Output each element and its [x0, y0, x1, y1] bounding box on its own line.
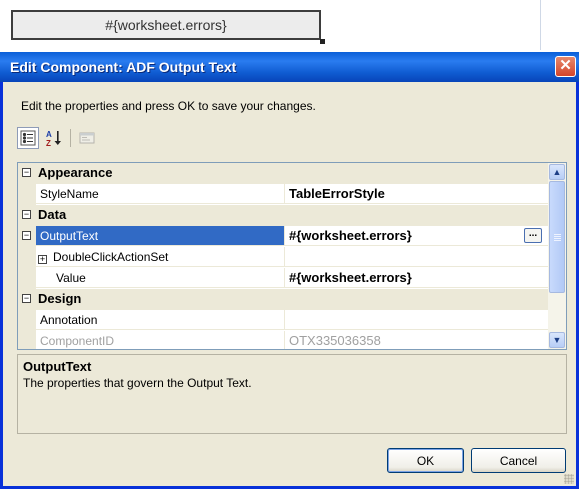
property-name: StyleName — [36, 184, 285, 204]
dialog-title: Edit Component: ADF Output Text — [10, 59, 237, 75]
property-value-text: #{worksheet.errors} — [289, 228, 412, 243]
resize-handle[interactable] — [320, 39, 325, 44]
property-row-componentid[interactable]: ComponentID OTX335036358 — [18, 331, 548, 349]
category-label: Design — [38, 291, 82, 306]
category-design[interactable]: − Design — [18, 289, 548, 310]
property-name-text: DoubleClickActionSet — [53, 250, 169, 264]
category-label: Appearance — [38, 165, 113, 180]
property-grid[interactable]: − Appearance StyleName TableErrorStyle −… — [17, 162, 567, 350]
row-gutter — [18, 310, 36, 331]
collapse-icon: − — [22, 293, 31, 303]
scroll-down-button[interactable]: ▼ — [549, 332, 565, 348]
collapse-icon: − — [22, 209, 31, 219]
row-gutter — [18, 268, 36, 289]
ok-button[interactable]: OK — [387, 448, 464, 473]
close-icon: ✕ — [559, 57, 572, 74]
property-row-outputtext[interactable]: − OutputText #{worksheet.errors} ... — [18, 226, 548, 247]
description-title: OutputText — [23, 359, 92, 374]
category-toggle[interactable]: − — [18, 289, 36, 310]
row-gutter — [18, 247, 36, 268]
svg-text:Z: Z — [46, 139, 51, 147]
sort-alphabetical-icon: A Z — [46, 130, 61, 147]
expand-icon[interactable]: + — [38, 255, 47, 264]
property-row-doubleclickactionset[interactable]: + DoubleClickActionSet — [18, 247, 548, 268]
editor-column-divider — [540, 0, 541, 50]
property-name: ComponentID — [36, 331, 285, 349]
instructions-text: Edit the properties and press OK to save… — [21, 99, 316, 113]
category-appearance[interactable]: − Appearance — [18, 163, 548, 184]
property-value[interactable]: #{worksheet.errors} ... — [285, 226, 548, 246]
row-gutter — [18, 331, 36, 349]
ellipsis-icon: ... — [528, 228, 538, 239]
toolbar-separator — [70, 129, 71, 147]
ellipsis-button[interactable]: ... — [524, 228, 542, 243]
output-text-component-preview[interactable]: #{worksheet.errors} — [11, 10, 321, 40]
row-gutter — [18, 184, 36, 205]
property-name: OutputText — [36, 226, 285, 246]
property-pages-button[interactable] — [76, 127, 98, 149]
property-name: Value — [36, 268, 285, 288]
alphabetical-view-button[interactable]: A Z — [43, 127, 65, 149]
property-name: Annotation — [36, 310, 285, 330]
property-row-stylename[interactable]: StyleName TableErrorStyle — [18, 184, 548, 205]
property-toolbar: A Z — [17, 126, 102, 150]
resize-grip-icon[interactable] — [564, 474, 574, 484]
row-toggle[interactable]: − — [18, 226, 36, 247]
property-value[interactable] — [285, 310, 548, 330]
categorized-icon — [20, 130, 36, 146]
property-name: + DoubleClickActionSet — [36, 247, 285, 267]
category-toggle[interactable]: − — [18, 163, 36, 184]
property-description-panel: OutputText The properties that govern th… — [17, 354, 567, 434]
property-value[interactable]: TableErrorStyle — [285, 184, 548, 204]
property-value: OTX335036358 — [285, 331, 548, 349]
chevron-up-icon: ▲ — [552, 167, 562, 177]
property-row-annotation[interactable]: Annotation — [18, 310, 548, 331]
property-pages-icon — [79, 132, 95, 144]
chevron-down-icon: ▼ — [552, 335, 562, 345]
edit-component-dialog: Edit Component: ADF Output Text ✕ Edit t… — [0, 52, 579, 489]
component-preview-text: #{worksheet.errors} — [105, 17, 227, 33]
editor-background: #{worksheet.errors} — [0, 0, 579, 50]
category-data[interactable]: − Data — [18, 205, 548, 226]
vertical-scrollbar[interactable]: ▲ ▼ — [548, 163, 566, 349]
property-row-value[interactable]: Value #{worksheet.errors} — [18, 268, 548, 289]
close-button[interactable]: ✕ — [555, 56, 576, 77]
dialog-titlebar[interactable]: Edit Component: ADF Output Text ✕ — [0, 52, 579, 82]
cancel-button[interactable]: Cancel — [471, 448, 566, 473]
grip-icon — [554, 234, 561, 235]
svg-text:A: A — [46, 130, 52, 139]
category-toggle[interactable]: − — [18, 205, 36, 226]
scroll-thumb[interactable] — [549, 181, 565, 293]
category-label: Data — [38, 207, 67, 222]
collapse-icon: − — [22, 167, 31, 177]
scroll-up-button[interactable]: ▲ — [549, 164, 565, 180]
collapse-icon: − — [22, 230, 31, 240]
property-value[interactable]: #{worksheet.errors} — [285, 268, 548, 288]
property-value[interactable] — [285, 247, 548, 267]
description-text: The properties that govern the Output Te… — [23, 376, 252, 390]
categorized-view-button[interactable] — [17, 127, 39, 149]
